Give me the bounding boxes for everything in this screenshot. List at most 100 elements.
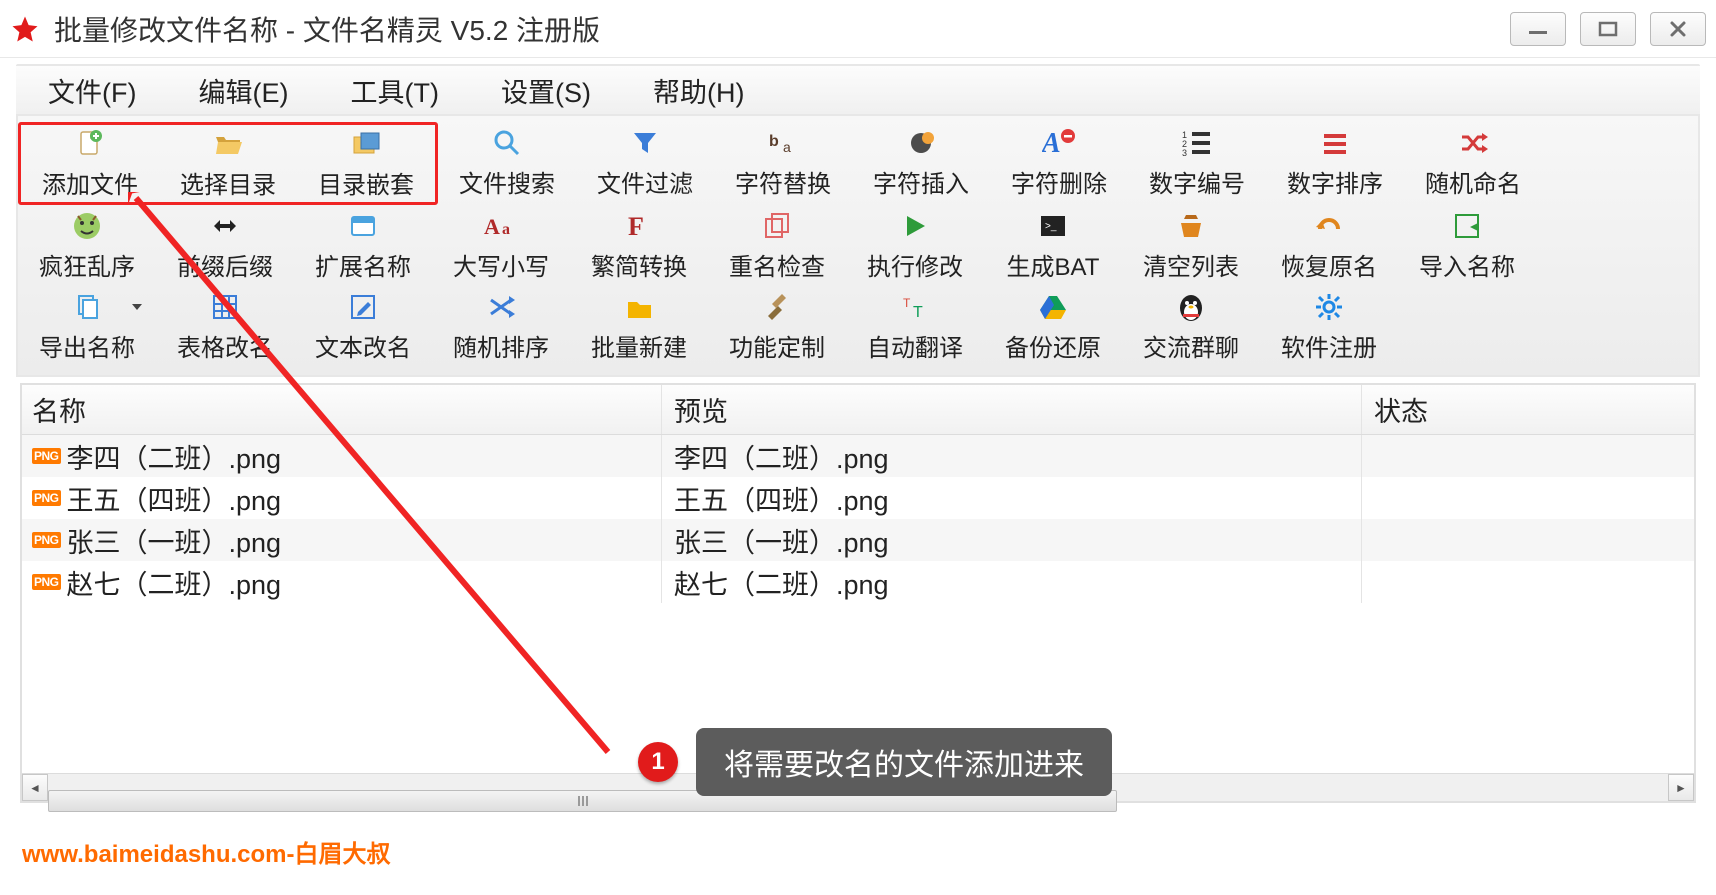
svg-text:3: 3 — [1182, 148, 1187, 158]
tool-label: 自动翻译 — [867, 328, 963, 363]
maximize-button[interactable] — [1580, 12, 1636, 46]
tool-label: 执行修改 — [867, 247, 963, 282]
table-row[interactable]: PNG张三（一班）.png张三（一班）.png — [22, 519, 1694, 561]
tool-char-insert[interactable]: 字符插入 — [852, 126, 990, 201]
tool-dup[interactable]: 重名检查 — [708, 209, 846, 282]
tool-search[interactable]: 文件搜索 — [438, 126, 576, 201]
cell-status — [1362, 435, 1694, 477]
png-file-icon: PNG — [32, 490, 61, 506]
tools-icon — [760, 290, 794, 324]
highlighted-tool-group: 添加文件选择目录目录嵌套 — [18, 122, 438, 205]
tool-label: 大写小写 — [453, 247, 549, 282]
sort-lines-icon — [1318, 126, 1352, 160]
tool-shuffle[interactable]: 随机命名 — [1404, 126, 1542, 201]
clear-icon — [1174, 209, 1208, 243]
tool-label: 重名检查 — [729, 247, 825, 282]
tool-label: 批量新建 — [591, 328, 687, 363]
search-icon — [490, 126, 524, 160]
shuffle2-icon — [484, 290, 518, 324]
folder-new-icon — [622, 290, 656, 324]
tool-clear[interactable]: 清空列表 — [1122, 209, 1260, 282]
undo-icon — [1312, 209, 1346, 243]
tool-char-delete[interactable]: A字符删除 — [990, 126, 1128, 201]
tool-play[interactable]: 执行修改 — [846, 209, 984, 282]
tool-drive[interactable]: 备份还原 — [984, 290, 1122, 363]
tool-ext[interactable]: 扩展名称 — [294, 209, 432, 282]
tool-undo[interactable]: 恢复原名 — [1260, 209, 1398, 282]
tool-label: 清空列表 — [1143, 247, 1239, 282]
menu-help[interactable]: 帮助(H) — [653, 71, 744, 110]
menu-settings[interactable]: 设置(S) — [501, 71, 591, 110]
menu-file[interactable]: 文件(F) — [48, 71, 136, 110]
tool-number-list[interactable]: 123数字编号 — [1128, 126, 1266, 201]
tool-sort-lines[interactable]: 数字排序 — [1266, 126, 1404, 201]
face-icon — [70, 209, 104, 243]
menu-tools[interactable]: 工具(T) — [350, 71, 438, 110]
tool-grid[interactable]: 表格改名 — [156, 290, 294, 363]
file-add-icon — [73, 127, 107, 161]
arrows-h-icon — [208, 209, 242, 243]
tool-export[interactable]: 导出名称 — [18, 290, 156, 363]
tool-penguin[interactable]: 交流群聊 — [1122, 290, 1260, 363]
terminal-icon: >_ — [1036, 209, 1070, 243]
tool-label: 软件注册 — [1281, 328, 1377, 363]
tool-trad[interactable]: F繁简转换 — [570, 209, 708, 282]
app-star-icon — [10, 14, 40, 44]
toolbar-row-1: 添加文件选择目录目录嵌套文件搜索文件过滤ba字符替换字符插入A字符删除123数字… — [18, 122, 1698, 205]
number-list-icon: 123 — [1180, 126, 1214, 160]
cell-preview: 赵七（二班）.png — [662, 561, 1362, 603]
menu-edit[interactable]: 编辑(E) — [198, 71, 288, 110]
tool-text-edit[interactable]: 文本改名 — [294, 290, 432, 363]
char-delete-icon: A — [1042, 126, 1076, 160]
table-header: 名称 预览 状态 — [22, 385, 1694, 435]
tool-folder-open[interactable]: 选择目录 — [159, 127, 297, 200]
tool-char-replace[interactable]: ba字符替换 — [714, 126, 852, 201]
tool-gear[interactable]: 软件注册 — [1260, 290, 1398, 363]
tool-shuffle2[interactable]: 随机排序 — [432, 290, 570, 363]
tool-label: 导出名称 — [39, 328, 135, 363]
scroll-left-arrow[interactable]: ◄ — [22, 774, 48, 801]
tool-arrows-h[interactable]: 前缀后缀 — [156, 209, 294, 282]
svg-text:T: T — [903, 296, 911, 310]
preview-text: 王五（四班）.png — [674, 479, 889, 518]
tool-case[interactable]: Aa大写小写 — [432, 209, 570, 282]
tool-folder-new[interactable]: 批量新建 — [570, 290, 708, 363]
tool-translate[interactable]: TT 自动翻译 — [846, 290, 984, 363]
cell-name: PNG李四（二班）.png — [22, 435, 662, 477]
annotation-step-badge: 1 — [638, 742, 678, 782]
char-insert-icon — [904, 126, 938, 160]
table-body: PNG李四（二班）.png李四（二班）.pngPNG王五（四班）.png王五（四… — [22, 435, 1694, 603]
tool-label: 字符插入 — [873, 164, 969, 199]
export-icon — [70, 290, 104, 324]
translate-icon: TT — [898, 290, 932, 324]
tool-file-add[interactable]: 添加文件 — [21, 127, 159, 200]
tool-funnel[interactable]: 文件过滤 — [576, 126, 714, 201]
column-header-status[interactable]: 状态 — [1362, 385, 1694, 434]
import-icon — [1450, 209, 1484, 243]
tool-tools[interactable]: 功能定制 — [708, 290, 846, 363]
tool-label: 文件过滤 — [597, 164, 693, 199]
tool-import[interactable]: 导入名称 — [1398, 209, 1536, 282]
svg-text:A: A — [1042, 128, 1061, 158]
minimize-button[interactable] — [1510, 12, 1566, 46]
tool-face[interactable]: 疯狂乱序 — [18, 209, 156, 282]
text-edit-icon — [346, 290, 380, 324]
window-title: 批量修改文件名称 - 文件名精灵 V5.2 注册版 — [54, 9, 1510, 49]
column-header-name[interactable]: 名称 — [22, 385, 662, 434]
title-bar: 批量修改文件名称 - 文件名精灵 V5.2 注册版 — [0, 0, 1716, 58]
file-name-text: 张三（一班）.png — [67, 521, 282, 560]
scroll-right-arrow[interactable]: ► — [1668, 774, 1694, 801]
table-row[interactable]: PNG赵七（二班）.png赵七（二班）.png — [22, 561, 1694, 603]
cell-status — [1362, 519, 1694, 561]
tool-label: 添加文件 — [42, 165, 138, 200]
svg-text:A: A — [484, 214, 500, 239]
cell-status — [1362, 561, 1694, 603]
table-row[interactable]: PNG王五（四班）.png王五（四班）.png — [22, 477, 1694, 519]
tool-folder-nest[interactable]: 目录嵌套 — [297, 127, 435, 200]
dropdown-caret-icon — [132, 304, 142, 310]
cell-name: PNG张三（一班）.png — [22, 519, 662, 561]
column-header-preview[interactable]: 预览 — [662, 385, 1362, 434]
close-button[interactable] — [1650, 12, 1706, 46]
table-row[interactable]: PNG李四（二班）.png李四（二班）.png — [22, 435, 1694, 477]
tool-terminal[interactable]: >_生成BAT — [984, 209, 1122, 282]
